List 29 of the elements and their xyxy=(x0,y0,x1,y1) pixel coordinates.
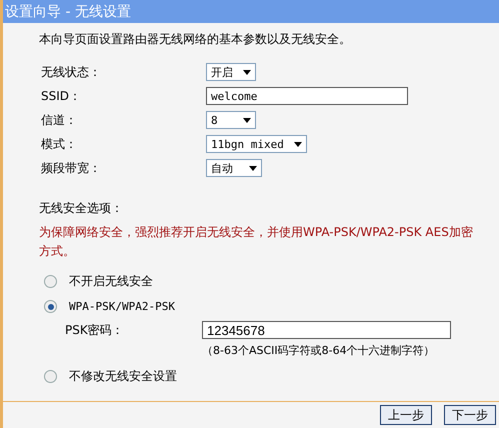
window-title: 设置向导 - 无线设置 xyxy=(3,0,499,23)
radio-button[interactable] xyxy=(44,300,57,313)
field-label: 信道： xyxy=(41,112,78,128)
dropdown[interactable]: 8 xyxy=(206,111,256,129)
field-label: 频段带宽： xyxy=(41,160,102,176)
caret-icon xyxy=(243,70,251,74)
step-button[interactable]: 上一步 xyxy=(380,405,432,425)
option-label: WPA-PSK/WPA2-PSK xyxy=(69,300,175,313)
field-label: 模式： xyxy=(41,136,78,152)
intro-text: 本向导页面设置路由器无线网络的基本参数以及无线安全。 xyxy=(39,31,352,48)
hint-text: （8-63个ASCII码字符或8-64个十六进制字符） xyxy=(202,343,436,358)
warning-text: 为保障网络安全，强烈推荐开启无线安全，并使用WPA-PSK/WPA2-PSK AES加密方式。 xyxy=(39,224,474,260)
dropdown[interactable]: 11bgn mixed xyxy=(206,135,307,153)
field-label: SSID： xyxy=(41,88,82,104)
dropdown[interactable]: 自动 xyxy=(206,159,262,177)
option-label: 不修改无线安全设置 xyxy=(69,368,177,385)
section-heading: 无线安全选项： xyxy=(39,200,124,217)
dropdown[interactable]: 开启 xyxy=(206,63,256,81)
password-field[interactable]: 12345678 xyxy=(202,321,451,339)
radio-button[interactable] xyxy=(44,370,57,383)
field-label: PSK密码： xyxy=(65,322,125,338)
caret-icon xyxy=(249,166,257,170)
field-label: 无线状态： xyxy=(41,64,102,80)
step-button[interactable]: 下一步 xyxy=(444,405,496,425)
radio-button[interactable] xyxy=(44,275,57,288)
caret-icon xyxy=(243,118,251,122)
caret-icon xyxy=(294,142,302,146)
option-label: 不开启无线安全 xyxy=(69,273,153,290)
input-field[interactable]: welcome xyxy=(206,87,408,105)
